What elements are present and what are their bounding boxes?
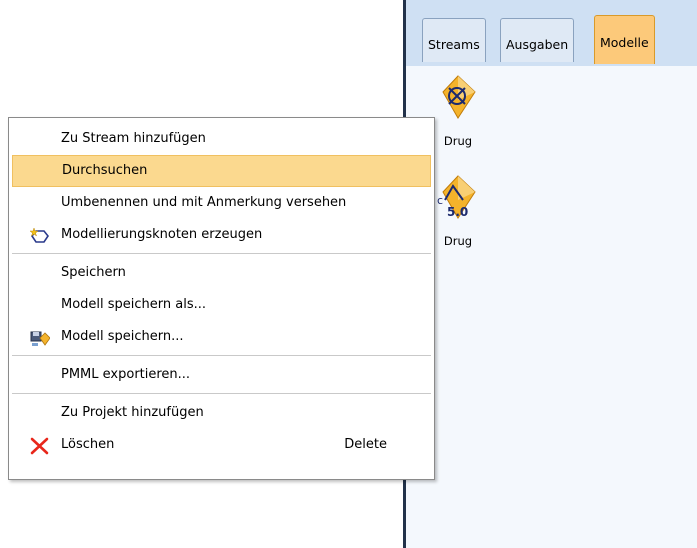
menu-item-label: Umbenennen und mit Anmerkung versehen xyxy=(61,195,347,210)
generate-node-icon xyxy=(29,226,50,244)
menu-item-label: PMML exportieren... xyxy=(61,367,191,382)
model-nugget[interactable]: Drug xyxy=(428,74,488,148)
menu-item-add-to-project[interactable]: Zu Projekt hinzufügen xyxy=(12,397,431,429)
model-nugget[interactable]: c 5.0 Drug xyxy=(428,174,488,248)
menu-item-label: Modell speichern als... xyxy=(61,297,207,312)
context-menu: Zu Stream hinzufügen Durchsuchen Umbenen… xyxy=(8,117,435,480)
menu-item-save[interactable]: Speichern xyxy=(12,257,431,289)
models-list: Drug c 5.0 Drug xyxy=(406,66,697,548)
save-model-icon xyxy=(30,328,51,346)
menu-item-export-pmml[interactable]: PMML exportieren... xyxy=(12,359,431,391)
menu-item-label: Modell speichern... xyxy=(61,329,184,344)
menu-item-save-model[interactable]: Modell speichern... xyxy=(12,321,431,353)
menu-item-label: Zu Projekt hinzufügen xyxy=(61,405,204,420)
menu-item-save-model-as[interactable]: Modell speichern als... xyxy=(12,289,431,321)
tab-ausgaben[interactable]: Ausgaben xyxy=(500,18,575,62)
manager-panel: Streams Ausgaben Modelle Drug c 5.0 Drug xyxy=(403,0,697,548)
menu-separator xyxy=(12,393,431,394)
menu-item-rename-annotate[interactable]: Umbenennen und mit Anmerkung versehen xyxy=(12,187,431,219)
tab-modelle[interactable]: Modelle xyxy=(594,15,655,64)
manager-tabbar: Streams Ausgaben Modelle xyxy=(406,0,697,68)
menu-separator xyxy=(12,355,431,356)
menu-item-shortcut: Delete xyxy=(344,437,387,452)
model-label: Drug xyxy=(443,134,473,148)
menu-item-label: Modellierungsknoten erzeugen xyxy=(61,227,263,242)
menu-item-generate-modeling-node[interactable]: Modellierungsknoten erzeugen xyxy=(12,219,431,251)
c50-model-nugget-icon: c 5.0 xyxy=(437,175,476,219)
menu-item-browse[interactable]: Durchsuchen xyxy=(12,155,431,187)
menu-item-label: Speichern xyxy=(61,265,126,280)
menu-item-label: Löschen xyxy=(61,437,115,452)
svg-text:c: c xyxy=(437,194,443,207)
menu-item-label: Durchsuchen xyxy=(62,163,148,178)
model-label: Drug xyxy=(443,234,473,248)
menu-item-delete[interactable]: Löschen Delete xyxy=(12,429,431,461)
tab-streams[interactable]: Streams xyxy=(422,18,486,62)
menu-item-add-to-stream[interactable]: Zu Stream hinzufügen xyxy=(12,123,431,155)
model-badge: 5.0 xyxy=(447,205,468,219)
menu-separator xyxy=(12,253,431,254)
menu-item-label: Zu Stream hinzufügen xyxy=(61,131,206,146)
delete-x-icon xyxy=(30,436,50,455)
model-nugget-icon xyxy=(442,75,476,119)
